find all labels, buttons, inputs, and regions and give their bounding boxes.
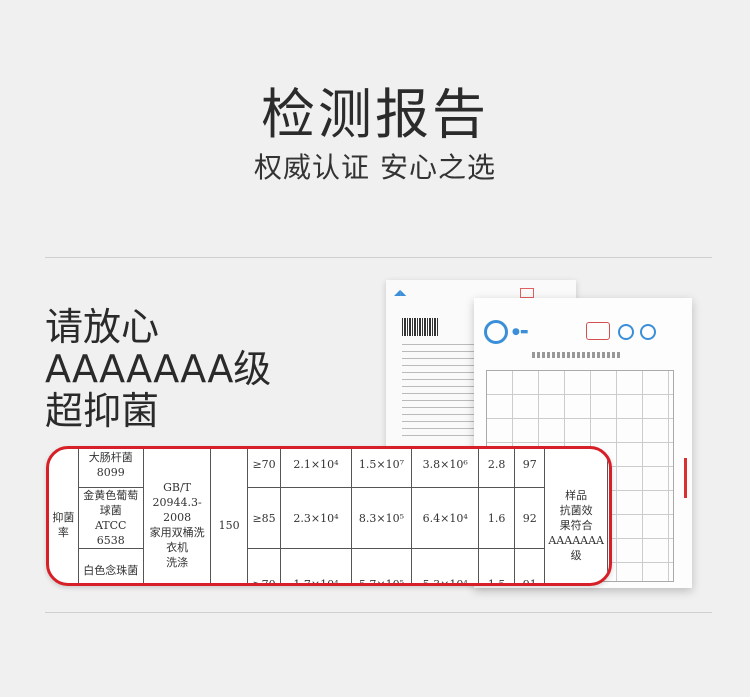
requirement-cell: ≥70	[246, 548, 282, 583]
antibacterial-table: 抑菌 率 大肠杆菌 8099 GB/T 20944.3-2008 家用双桶洗衣机…	[49, 449, 608, 583]
value-a-cell: 1.7×10⁴	[280, 548, 352, 583]
zoomed-table-highlight: 抑菌 率 大肠杆菌 8099 GB/T 20944.3-2008 家用双桶洗衣机…	[46, 446, 612, 586]
value-e-cell: 92	[514, 487, 546, 549]
claim-line-1: 请放心	[45, 305, 160, 349]
table-row: 白色念珠菌 ≥70 1.7×10⁴ 5.7×10⁵ 5.3×10⁴ 1.5 91	[49, 548, 608, 583]
organism-cell: 白色念珠菌	[77, 548, 144, 583]
barcode-icon	[402, 318, 438, 336]
value-e-cell: 91	[514, 548, 546, 583]
page-title: 检测报告	[261, 83, 489, 146]
certification-seal-icon	[640, 324, 656, 340]
value-a-cell: 2.1×10⁴	[280, 449, 352, 488]
accreditation-seal-icon	[618, 324, 634, 340]
organism-cell: 大肠杆菌 8099	[77, 449, 144, 488]
standard-cell: GB/T 20944.3-2008 家用双桶洗衣机 洗涤	[142, 449, 212, 583]
value-e-cell: 97	[514, 449, 546, 488]
organism-cell: 金黄色葡萄 球菌 ATCC 6538	[77, 487, 144, 549]
lab-logo-icon	[484, 320, 508, 344]
lab-brand-mark-icon: ●▬	[512, 327, 529, 337]
value-c-cell: 6.4×10⁴	[411, 487, 480, 549]
group-label-cell: 抑菌 率	[49, 449, 79, 583]
report-text-lines	[402, 344, 478, 440]
result-cell: 样品 抗菌效 果符合 AAAAAAA 级	[544, 449, 608, 583]
requirement-cell: ≥85	[246, 487, 282, 549]
value-d-cell: 1.6	[478, 487, 516, 549]
value-c-cell: 3.8×10⁶	[411, 449, 480, 488]
claim-block: 请放心 AAAAAAA级 超抑菌	[45, 306, 271, 432]
dose-cell: 150	[210, 449, 248, 583]
top-divider	[45, 257, 712, 258]
value-c-cell: 5.3×10⁴	[411, 548, 480, 583]
red-stamp-edge-icon	[684, 458, 695, 498]
claim-line-3: 超抑菌	[45, 389, 160, 433]
cma-stamp-icon	[520, 288, 534, 298]
value-b-cell: 8.3×10⁵	[350, 487, 413, 549]
page-subtitle: 权威认证 安心之选	[254, 151, 496, 184]
report-heading-line	[532, 352, 622, 358]
bottom-divider	[45, 612, 712, 613]
value-b-cell: 5.7×10⁵	[350, 548, 413, 583]
requirement-cell: ≥70	[246, 449, 282, 488]
report-logo-icon: ◢◣	[394, 288, 407, 297]
table-row: 金黄色葡萄 球菌 ATCC 6538 ≥85 2.3×10⁴ 8.3×10⁵ 6…	[49, 487, 608, 549]
value-a-cell: 2.3×10⁴	[280, 487, 352, 549]
table-row: 抑菌 率 大肠杆菌 8099 GB/T 20944.3-2008 家用双桶洗衣机…	[49, 449, 608, 583]
cma-badge-icon	[586, 322, 610, 340]
value-d-cell: 2.8	[478, 449, 516, 488]
value-d-cell: 1.5	[478, 548, 516, 583]
claim-line-2: AAAAAAA级	[45, 347, 272, 391]
value-b-cell: 1.5×10⁷	[350, 449, 413, 488]
